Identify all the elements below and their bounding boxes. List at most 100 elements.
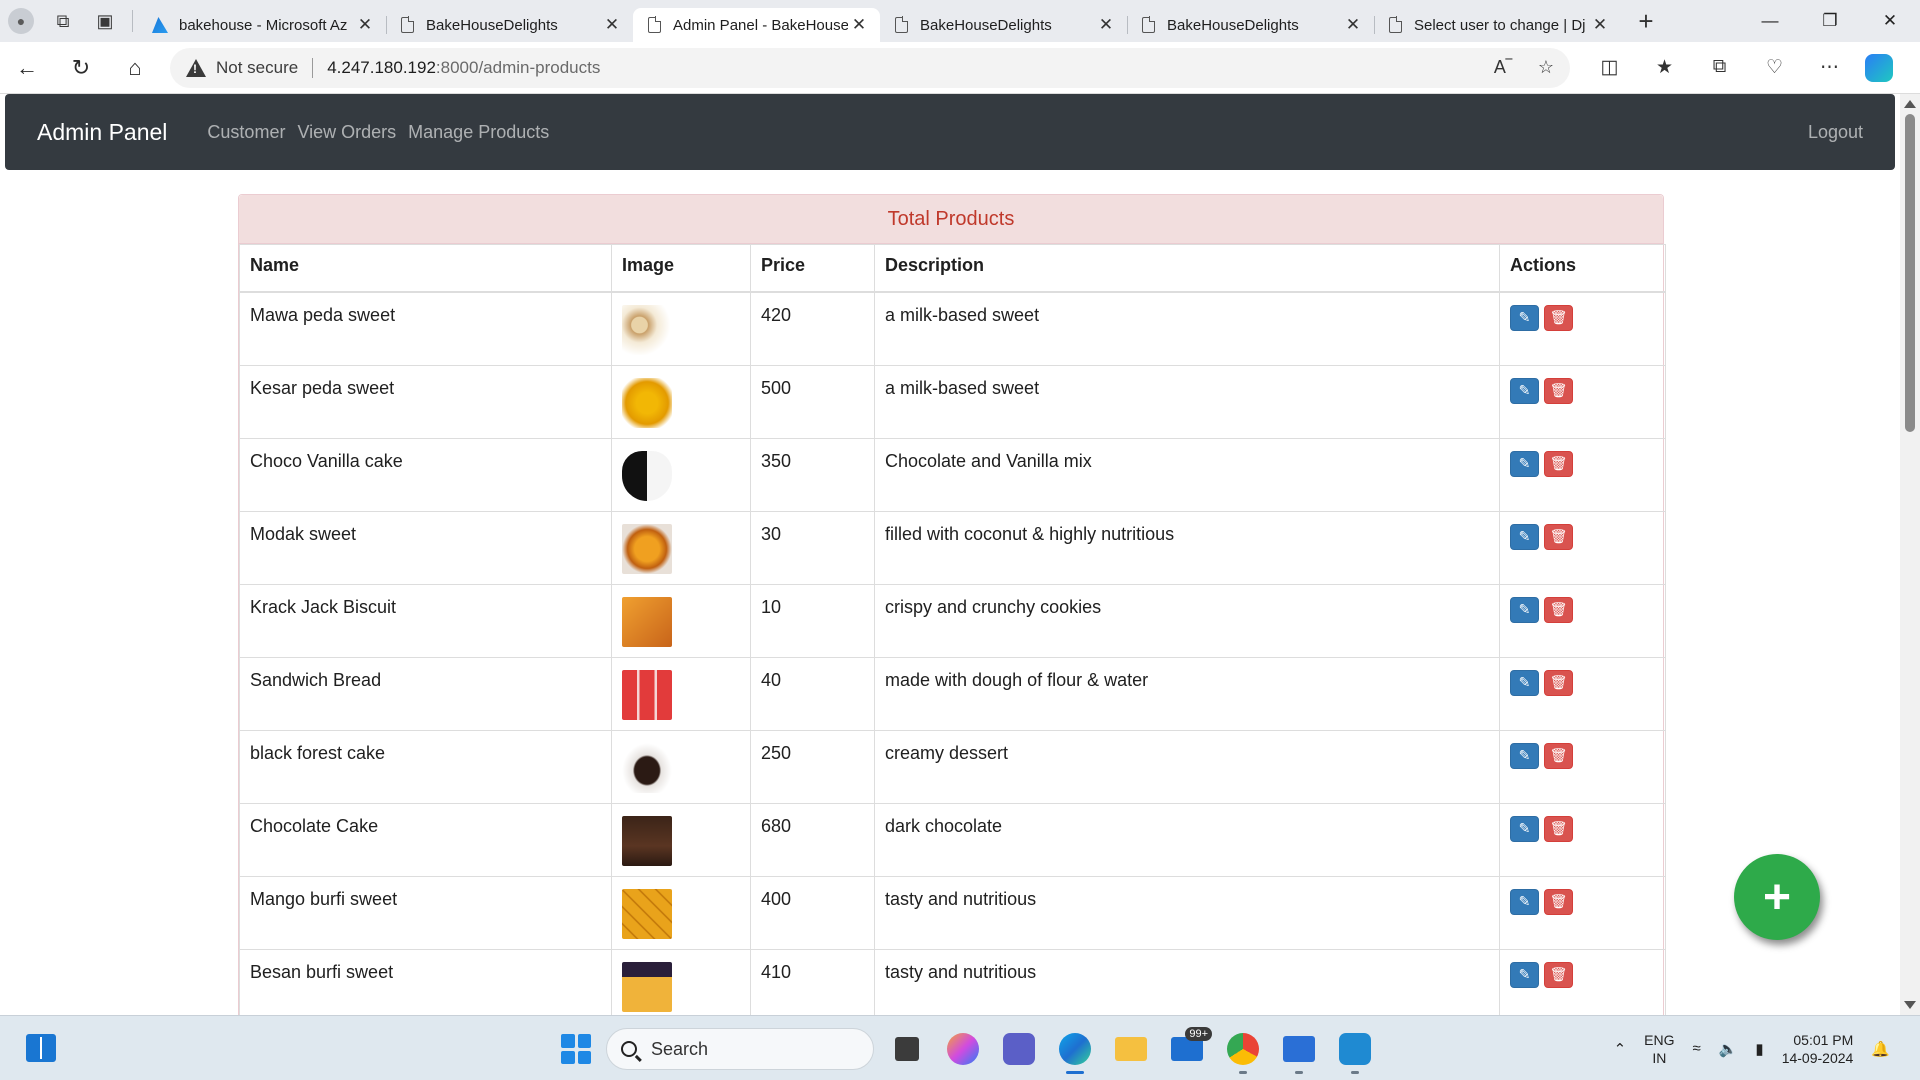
read-aloud-icon[interactable]: A‾	[1494, 57, 1512, 78]
add-product-button[interactable]: +	[1734, 854, 1820, 940]
edit-product-button[interactable]: ✎	[1510, 596, 1539, 623]
edit-product-button[interactable]: ✎	[1510, 523, 1539, 550]
close-tab-icon[interactable]: ✕	[1095, 15, 1117, 35]
delete-product-button[interactable]: 🗑	[1544, 377, 1573, 404]
profile-button[interactable]: ●	[0, 0, 42, 42]
teams-icon[interactable]	[996, 1026, 1042, 1072]
scroll-up-icon[interactable]	[1904, 100, 1916, 108]
language-indicator[interactable]: ENG IN	[1644, 1031, 1674, 1067]
product-image-cell	[611, 510, 751, 585]
new-tab-button[interactable]: +	[1625, 6, 1667, 37]
delete-product-button[interactable]: 🗑	[1544, 888, 1573, 915]
panel-title: Total Products	[239, 195, 1663, 244]
favorite-star-icon[interactable]: ☆	[1538, 57, 1554, 78]
tab-actions-button[interactable]: ▣	[84, 0, 126, 42]
warning-icon[interactable]	[186, 58, 206, 77]
collections-icon[interactable]: ⧉	[1692, 56, 1747, 79]
nav-link-manage-products[interactable]: Manage Products	[408, 122, 549, 143]
browser-tab[interactable]: bakehouse - Microsoft Az ✕	[139, 8, 387, 42]
clock[interactable]: 05:01 PM 14-09-2024	[1782, 1031, 1854, 1067]
page-icon	[1386, 16, 1404, 34]
edit-product-button[interactable]: ✎	[1510, 961, 1539, 988]
nav-link-customer[interactable]: Customer	[207, 122, 285, 143]
delete-product-button[interactable]: 🗑	[1544, 742, 1573, 769]
modak-image	[622, 523, 672, 574]
task-view-icon[interactable]	[884, 1026, 930, 1072]
browser-tab-active[interactable]: Admin Panel - BakeHouse ✕	[633, 8, 880, 42]
edit-product-button[interactable]: ✎	[1510, 888, 1539, 915]
edit-product-button[interactable]: ✎	[1510, 669, 1539, 696]
product-description: made with dough of flour & water	[874, 656, 1500, 731]
browser-essentials-icon[interactable]: ♡	[1747, 56, 1802, 79]
edit-product-button[interactable]: ✎	[1510, 450, 1539, 477]
browser-tab[interactable]: Select user to change | Dj ✕	[1374, 8, 1621, 42]
close-tab-icon[interactable]: ✕	[601, 15, 623, 35]
delete-product-button[interactable]: 🗑	[1544, 815, 1573, 842]
copilot-app-icon[interactable]	[940, 1026, 986, 1072]
nav-link-view-orders[interactable]: View Orders	[297, 122, 396, 143]
scroll-down-icon[interactable]	[1904, 1001, 1916, 1009]
delete-product-button[interactable]: 🗑	[1544, 450, 1573, 477]
vscode-icon[interactable]	[1332, 1026, 1378, 1074]
close-window-icon[interactable]: ✕	[1860, 0, 1920, 42]
logout-link[interactable]: Logout	[1808, 122, 1863, 143]
edit-product-button[interactable]: ✎	[1510, 377, 1539, 404]
page-scrollbar[interactable]	[1900, 94, 1920, 1015]
back-icon[interactable]: ←	[0, 48, 54, 88]
wifi-icon[interactable]: ≈	[1693, 1040, 1701, 1057]
address-bar[interactable]: Not secure 4.247.180.192:8000/admin-prod…	[170, 47, 1570, 88]
close-tab-icon[interactable]: ✕	[354, 15, 376, 35]
product-description: a milk-based sweet	[874, 364, 1500, 439]
product-description: filled with coconut & highly nutritious	[874, 510, 1500, 585]
azure-icon	[151, 16, 169, 34]
browser-tab[interactable]: BakeHouseDelights ✕	[1127, 8, 1375, 42]
delete-product-button[interactable]: 🗑	[1544, 523, 1573, 550]
chevron-up-icon[interactable]: ⌃	[1614, 1040, 1627, 1058]
brand-title[interactable]: Admin Panel	[37, 119, 167, 146]
start-button[interactable]	[556, 1029, 596, 1069]
delete-product-button[interactable]: 🗑	[1544, 961, 1573, 988]
edge-browser-icon[interactable]	[1052, 1026, 1098, 1074]
delete-product-button[interactable]: 🗑	[1544, 669, 1573, 696]
column-header-name: Name	[239, 244, 612, 293]
edit-icon: ✎	[1518, 966, 1531, 982]
restore-icon[interactable]: ❐	[1800, 0, 1860, 42]
edit-product-button[interactable]: ✎	[1510, 815, 1539, 842]
table-header-row: Name Image Price Description Actions	[239, 244, 1666, 293]
favorites-icon[interactable]: ★	[1637, 56, 1692, 79]
close-tab-icon[interactable]: ✕	[1342, 15, 1364, 35]
url-host[interactable]: 4.247.180.192	[327, 58, 436, 78]
chrome-icon[interactable]	[1220, 1026, 1266, 1074]
product-name: Mawa peda sweet	[239, 291, 612, 366]
close-tab-icon[interactable]: ✕	[1589, 15, 1611, 35]
scrollbar-thumb[interactable]	[1905, 114, 1915, 432]
column-header-image: Image	[611, 244, 751, 293]
workspaces-button[interactable]: ⧉	[42, 0, 84, 42]
product-description: creamy dessert	[874, 729, 1500, 804]
product-description: Chocolate and Vanilla mix	[874, 437, 1500, 512]
browser-tab[interactable]: BakeHouseDelights ✕	[880, 8, 1128, 42]
taskbar-search[interactable]: Search	[606, 1028, 874, 1070]
split-screen-icon[interactable]: ◫	[1582, 56, 1637, 79]
browser-tab[interactable]: BakeHouseDelights ✕	[386, 8, 633, 42]
url-path[interactable]: :8000/admin-products	[436, 58, 600, 78]
copilot-icon[interactable]	[1865, 53, 1893, 82]
minimize-icon[interactable]: —	[1740, 0, 1800, 42]
close-tab-icon[interactable]: ✕	[848, 15, 870, 35]
mail-icon[interactable]: 99+	[1164, 1026, 1212, 1072]
remote-desktop-icon[interactable]	[1276, 1026, 1322, 1074]
edit-product-button[interactable]: ✎	[1510, 304, 1539, 331]
battery-icon[interactable]: ▮	[1755, 1040, 1763, 1058]
edit-product-button[interactable]: ✎	[1510, 742, 1539, 769]
security-label[interactable]: Not secure	[216, 58, 298, 78]
refresh-icon[interactable]: ↻	[54, 48, 108, 88]
home-icon[interactable]: ⌂	[108, 48, 162, 88]
widgets-icon[interactable]	[26, 1034, 56, 1062]
notification-bell-icon[interactable]: 🔔	[1871, 1040, 1890, 1058]
volume-icon[interactable]: 🔈	[1719, 1040, 1738, 1058]
delete-product-button[interactable]: 🗑	[1544, 596, 1573, 623]
product-name: Sandwich Bread	[239, 656, 612, 731]
more-options-icon[interactable]: ⋯	[1802, 56, 1857, 79]
file-explorer-icon[interactable]	[1108, 1026, 1154, 1072]
delete-product-button[interactable]: 🗑	[1544, 304, 1573, 331]
